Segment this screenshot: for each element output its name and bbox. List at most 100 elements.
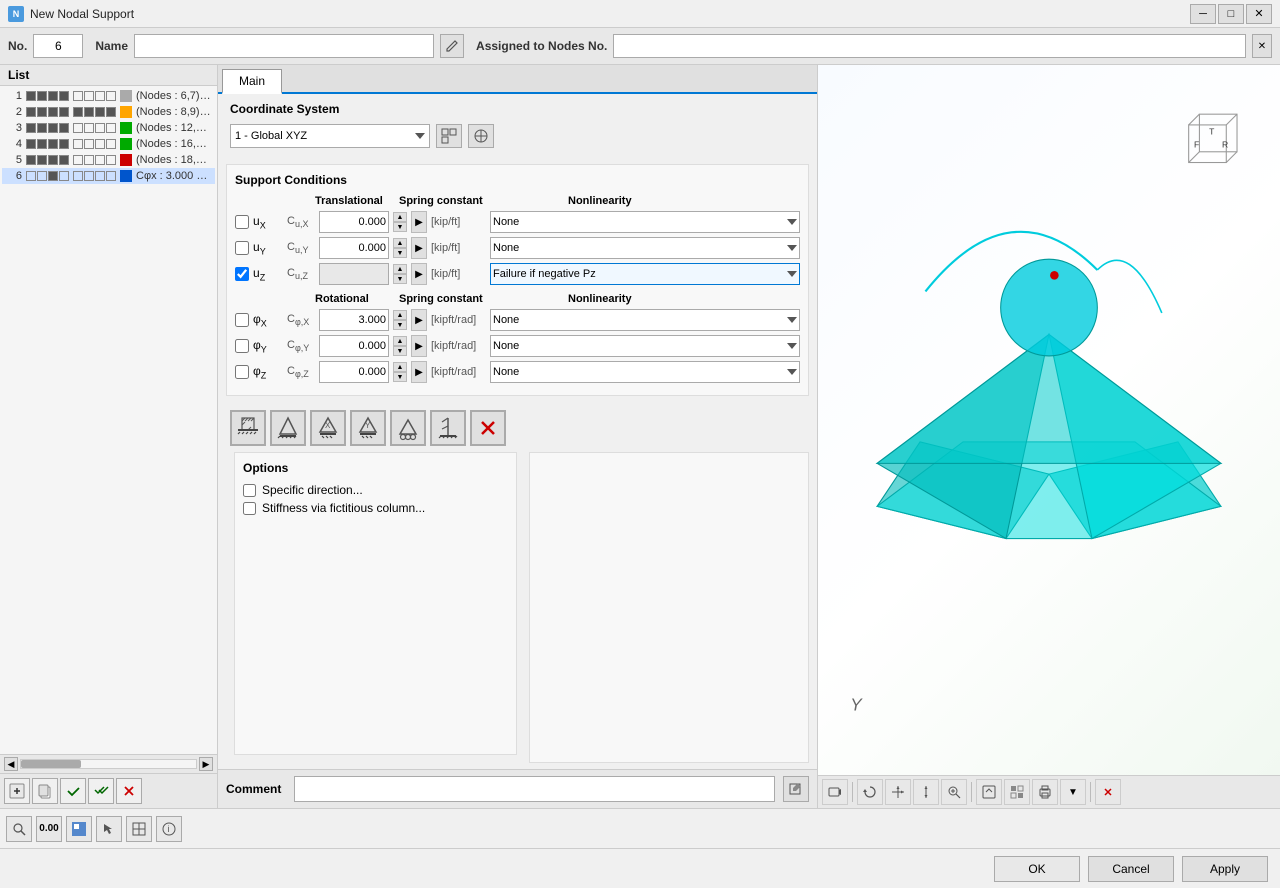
- check-button[interactable]: [60, 778, 86, 804]
- vp-zoom-button[interactable]: [941, 779, 967, 805]
- phix-nonlin-select[interactable]: None: [490, 309, 800, 331]
- list-item[interactable]: 4 (Nodes : 16,17) | Rc: [2, 136, 215, 152]
- ux-spin-down[interactable]: ▼: [393, 222, 407, 232]
- uy-spring-input[interactable]: [319, 237, 389, 259]
- list-item[interactable]: 5 (Nodes : 18,19) | Rc: [2, 152, 215, 168]
- support-custom-button[interactable]: [430, 410, 466, 446]
- scroll-track[interactable]: [20, 759, 197, 769]
- phiz-spring-input[interactable]: [319, 361, 389, 383]
- uz-nonlin-select[interactable]: None Failure if negative Pz: [490, 263, 800, 285]
- vp-view-button[interactable]: [976, 779, 1002, 805]
- status-view-button[interactable]: [126, 816, 152, 842]
- vp-camera-button[interactable]: [822, 779, 848, 805]
- vp-display-button[interactable]: [1004, 779, 1030, 805]
- phix-arrow-btn[interactable]: ▶: [411, 309, 427, 331]
- ok-button[interactable]: OK: [994, 856, 1080, 882]
- uz-arrow-btn[interactable]: ▶: [411, 263, 427, 285]
- left-toolbar: [0, 773, 217, 808]
- comment-input[interactable]: [294, 776, 775, 802]
- phix-checkbox[interactable]: [235, 313, 249, 327]
- list-item[interactable]: 3 (Nodes : 12,14) | Rc: [2, 120, 215, 136]
- assigned-input[interactable]: [613, 34, 1246, 58]
- uz-spring-input[interactable]: [319, 263, 389, 285]
- apply-button[interactable]: Apply: [1182, 856, 1268, 882]
- copy-button[interactable]: [32, 778, 58, 804]
- scroll-left-arrow[interactable]: ◀: [4, 757, 18, 771]
- phix-spinners: ▲ ▼: [393, 310, 407, 330]
- support-hinge-y-button[interactable]: Y: [350, 410, 386, 446]
- phix-spin-up[interactable]: ▲: [393, 310, 407, 320]
- vp-move-xy-button[interactable]: [885, 779, 911, 805]
- status-info-button[interactable]: i: [156, 816, 182, 842]
- viewport-background: F T R: [818, 65, 1280, 808]
- phiy-checkbox[interactable]: [235, 339, 249, 353]
- status-search-button[interactable]: [6, 816, 32, 842]
- uy-spin-down[interactable]: ▼: [393, 248, 407, 258]
- name-input[interactable]: [134, 34, 434, 58]
- maximize-button[interactable]: □: [1218, 4, 1244, 24]
- specific-direction-checkbox[interactable]: [243, 484, 256, 497]
- support-all-button[interactable]: [230, 410, 266, 446]
- ux-arrow-btn[interactable]: ▶: [411, 211, 427, 233]
- close-button[interactable]: ✕: [1246, 4, 1272, 24]
- vp-rotate-button[interactable]: [857, 779, 883, 805]
- phiz-spin-down[interactable]: ▼: [393, 372, 407, 382]
- cancel-button[interactable]: Cancel: [1088, 856, 1174, 882]
- uz-spin-up[interactable]: ▲: [393, 264, 407, 274]
- phiz-row: φZ Cφ,Z ▲ ▼ ▶ [kipft/rad] None: [235, 361, 800, 383]
- delete-button[interactable]: [116, 778, 142, 804]
- ux-nonlin-select[interactable]: None Failure if negative Pz: [490, 211, 800, 233]
- phiy-arrow-btn[interactable]: ▶: [411, 335, 427, 357]
- phiz-arrow-btn[interactable]: ▶: [411, 361, 427, 383]
- vp-target-button[interactable]: [1095, 779, 1121, 805]
- phiy-spin-up[interactable]: ▲: [393, 336, 407, 346]
- support-roller-button[interactable]: [390, 410, 426, 446]
- list-item[interactable]: 6 Cφx : 3.000 kipft/r: [2, 168, 215, 184]
- status-value-button[interactable]: 0.00: [36, 816, 62, 842]
- status-mode-button[interactable]: [66, 816, 92, 842]
- uz-checkbox[interactable]: [235, 267, 249, 281]
- tab-main[interactable]: Main: [222, 69, 282, 94]
- phiy-nonlin-select[interactable]: None: [490, 335, 800, 357]
- uy-arrow-btn[interactable]: ▶: [411, 237, 427, 259]
- top-fields-bar: No. Name Assigned to Nodes No. ✕: [0, 28, 1280, 65]
- support-pin-button[interactable]: [270, 410, 306, 446]
- no-input[interactable]: [33, 34, 83, 58]
- ux-spin-up[interactable]: ▲: [393, 212, 407, 222]
- uy-nonlin-select[interactable]: None Failure if negative Pz: [490, 237, 800, 259]
- uy-checkbox[interactable]: [235, 241, 249, 255]
- support-hinge-x-button[interactable]: X: [310, 410, 346, 446]
- ux-spring-input[interactable]: [319, 211, 389, 233]
- vp-separator-3: [1090, 782, 1091, 802]
- scroll-thumb: [21, 760, 81, 768]
- vp-print-button[interactable]: [1032, 779, 1058, 805]
- coord-btn-1[interactable]: [436, 124, 462, 148]
- status-select-button[interactable]: [96, 816, 122, 842]
- coord-btn-2[interactable]: [468, 124, 494, 148]
- scroll-right-arrow[interactable]: ▶: [199, 757, 213, 771]
- comment-edit-button[interactable]: [783, 776, 809, 802]
- coordinate-system-select[interactable]: 1 - Global XYZ: [230, 124, 430, 148]
- list-item[interactable]: 1 (Nodes : 6,7) | Hing: [2, 88, 215, 104]
- support-remove-button[interactable]: [470, 410, 506, 446]
- add-button[interactable]: [4, 778, 30, 804]
- list-scroll-bar[interactable]: ◀ ▶: [0, 754, 217, 773]
- uz-spin-down[interactable]: ▼: [393, 274, 407, 284]
- vp-dropdown-button[interactable]: ▼: [1060, 779, 1086, 805]
- phiz-nonlin-select[interactable]: None: [490, 361, 800, 383]
- phix-spin-down[interactable]: ▼: [393, 320, 407, 330]
- ux-checkbox[interactable]: [235, 215, 249, 229]
- assigned-clear-button[interactable]: ✕: [1252, 34, 1272, 58]
- phiy-spin-down[interactable]: ▼: [393, 346, 407, 356]
- phiy-spring-input[interactable]: [319, 335, 389, 357]
- phix-spring-input[interactable]: [319, 309, 389, 331]
- stiffness-column-checkbox[interactable]: [243, 502, 256, 515]
- uy-spin-up[interactable]: ▲: [393, 238, 407, 248]
- phiz-spin-up[interactable]: ▲: [393, 362, 407, 372]
- list-item[interactable]: 2 (Nodes : 8,9) | Fixe: [2, 104, 215, 120]
- phiz-checkbox[interactable]: [235, 365, 249, 379]
- name-edit-button[interactable]: [440, 34, 464, 58]
- check-all-button[interactable]: [88, 778, 114, 804]
- vp-move-z-button[interactable]: [913, 779, 939, 805]
- minimize-button[interactable]: ─: [1190, 4, 1216, 24]
